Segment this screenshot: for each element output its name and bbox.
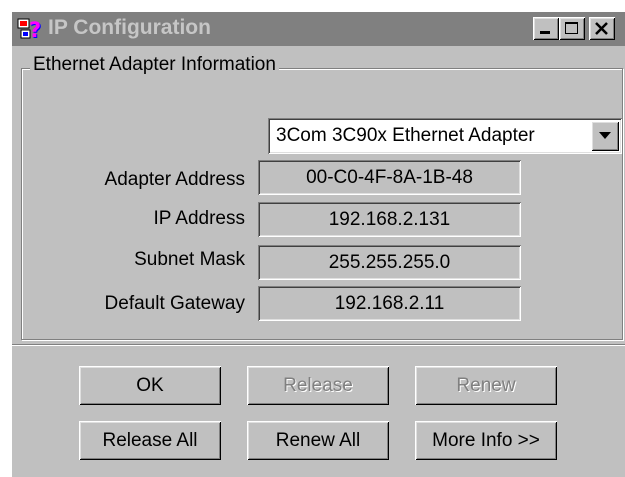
ip-address-label: IP Address [153,208,245,229]
adapter-address-value: 00-C0-4F-8A-1B-48 [306,167,473,188]
renew-button[interactable]: Renew [415,366,557,405]
title-bar[interactable]: ? ? IP Configuration [12,12,625,46]
adapter-address-label: Adapter Address [104,169,245,190]
default-gateway-label: Default Gateway [104,293,245,314]
more-info-button[interactable]: More Info >> [415,421,557,460]
help-network-icon: ? ? [17,15,45,43]
group-label: Ethernet Adapter Information [30,54,279,76]
separator-highlight [12,345,625,346]
maximize-button[interactable] [559,17,585,40]
adapter-select-dropdown-button[interactable] [591,121,619,151]
adapter-address-field: 00-C0-4F-8A-1B-48 [258,160,521,195]
ip-address-value: 192.168.2.131 [328,209,451,230]
minimize-button[interactable] [533,17,559,40]
default-gateway-field: 192.168.2.11 [258,286,521,321]
subnet-mask-label: Subnet Mask [134,249,245,270]
close-button[interactable] [589,17,615,40]
subnet-mask-field: 255.255.255.0 [258,245,521,280]
ip-configuration-window: ? ? IP Configuration Ethernet Adapter In… [12,12,625,477]
adapter-select[interactable]: 3Com 3C90x Ethernet Adapter [268,118,622,154]
release-button[interactable]: Release [247,366,389,405]
renew-all-button[interactable]: Renew All [247,421,389,460]
ip-address-field: 192.168.2.131 [258,202,521,237]
default-gateway-value: 192.168.2.11 [334,293,445,314]
window-title: IP Configuration [48,16,211,39]
svg-text:?: ? [29,18,41,42]
ok-button[interactable]: OK [79,366,221,405]
subnet-mask-value: 255.255.255.0 [328,252,451,273]
adapter-select-value: 3Com 3C90x Ethernet Adapter [276,125,535,146]
release-all-button[interactable]: Release All [79,421,221,460]
